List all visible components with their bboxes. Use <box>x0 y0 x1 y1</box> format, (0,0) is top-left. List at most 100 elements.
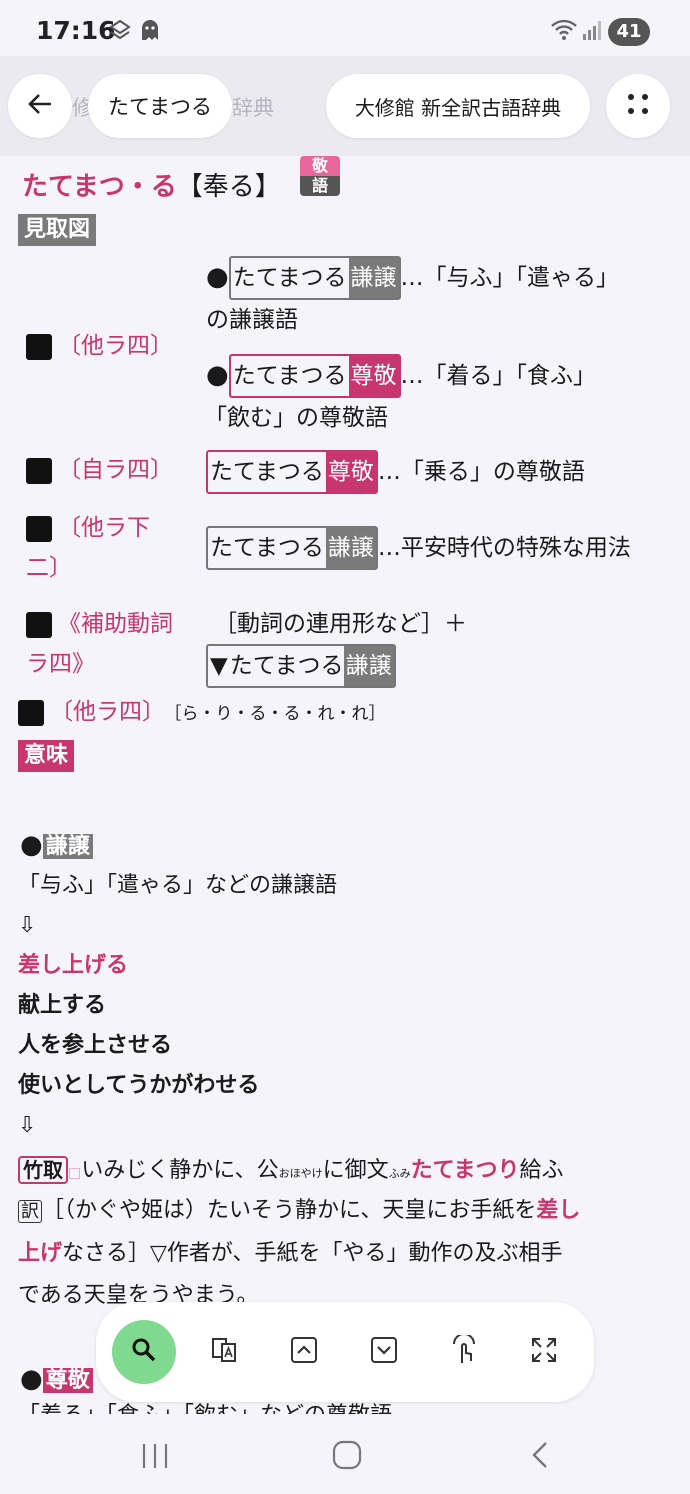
faint-title-mid: 辞典 <box>232 96 274 120</box>
pos-label-a: 〔他ラ下 <box>58 515 150 541</box>
word-tag-sonkei: たてまつる 尊敬 <box>228 354 401 398</box>
meaning-1-tag: 謙譲 <box>42 834 93 859</box>
conj-forms: ［ら・り・る・る・れ・れ］ <box>173 704 386 724</box>
floating-toolbar <box>96 1302 594 1402</box>
recents-button[interactable] <box>140 1442 170 1474</box>
arrow-down: ⇩ <box>18 1113 37 1138</box>
pos-label-b: 二〕 <box>26 555 72 581</box>
translate-button[interactable] <box>192 1320 256 1384</box>
translation-d: なさる］▽作者が、手紙を「やる」動作の及ぶ相手 <box>62 1241 563 1266</box>
fullscreen-icon <box>530 1336 558 1368</box>
translation-1: 差し上げる <box>18 953 129 978</box>
badge-bottom: 語 <box>300 176 340 196</box>
wifi-icon <box>550 18 578 47</box>
headword: たてまつ・る <box>22 172 177 202</box>
pos-label: 〔自ラ四〕 <box>58 457 173 483</box>
overview-row-4[interactable]: ［動詞の連用形など］＋ ▼ たてまつる 謙譲 <box>206 604 684 688</box>
dictionary-pill[interactable]: 大修館 新全訳古語辞典 <box>326 74 590 138</box>
more-button[interactable] <box>606 74 670 138</box>
example-highlight: たてまつり <box>410 1158 520 1183</box>
chevron-down-icon <box>370 1336 398 1368</box>
overview-row-3-pos[interactable]: 〔他ラ下 二〕 <box>26 508 150 588</box>
tag-sonkei: 尊敬 <box>325 452 376 492</box>
ghost-icon <box>140 18 160 47</box>
pos-label-a: 《補助動詞 <box>58 611 173 637</box>
word-tag-kenjo: たてまつる 謙譲 <box>206 526 378 570</box>
next-button[interactable] <box>352 1320 416 1384</box>
word-tag-kenjo: たてまつる 謙譲 <box>228 256 401 300</box>
example-d: 給ふ <box>519 1158 564 1183</box>
translation-b: 差し <box>536 1198 581 1223</box>
headword-kanji: 【奉る】 <box>176 172 281 202</box>
touch-icon <box>450 1333 478 1369</box>
row-2-tail: …「乗る」の尊敬語 <box>377 459 585 485</box>
square-bullet <box>26 333 52 360</box>
battery-indicator: 41 <box>608 18 650 46</box>
recents-icon <box>140 1444 170 1474</box>
tag-kenjo: 謙譲 <box>343 646 394 686</box>
row-1a-line2: の謙譲語 <box>206 307 298 333</box>
circle-bullet: ● <box>206 360 229 390</box>
translation-3: 人を参上させる <box>18 1033 173 1058</box>
translation-a: ［（かぐや姫は）たいそう静かに、天皇にお手紙を <box>42 1198 537 1223</box>
translation-icon: 訳 <box>18 1200 42 1223</box>
pos-label: 〔他ラ四〕 <box>58 333 173 359</box>
tag-word: たてまつる <box>232 363 347 389</box>
word-title-pill[interactable]: たてまつる <box>88 74 232 138</box>
conj-pos: 〔他ラ四〕 <box>50 699 165 725</box>
overview-row-2[interactable]: たてまつる 尊敬 …「乗る」の尊敬語 <box>206 450 676 494</box>
row-3-tail: …平安時代の特殊な用法 <box>377 535 631 561</box>
overview-label: 見取図 <box>18 214 97 246</box>
square-bullet <box>26 611 52 638</box>
overview-row-1b[interactable]: ● たてまつる 尊敬 …「着る」「食ふ」 「飲む」の尊敬語 <box>204 354 676 438</box>
search-button[interactable] <box>112 1320 176 1384</box>
tag-kenjo: 謙譲 <box>348 258 399 298</box>
conjugation-line: 〔他ラ四〕 ［ら・り・る・る・れ・れ］ <box>18 692 386 734</box>
ruby-2: ふみ <box>388 1167 411 1180</box>
pos-label-b: ラ四》 <box>26 651 95 677</box>
example-translation: 訳 ［（かぐや姫は）たいそう静かに、天皇にお手紙を差し 上げなさる］▽作者が、手紙を… <box>18 1190 682 1317</box>
word-tag-kenjo: ▼ たてまつる 謙譲 <box>206 644 396 688</box>
search-icon <box>130 1336 158 1368</box>
prev-button[interactable] <box>272 1320 336 1384</box>
example-b: に御文 <box>322 1158 389 1183</box>
row-1a-tail: …「与ふ」「遣ゃる」 <box>400 265 620 291</box>
meaning-1-def: 「与ふ」「遣ゃる」などの謙譲語 <box>18 873 338 898</box>
home-button[interactable] <box>332 1440 362 1474</box>
top-app-bar: 修 辞典 たてまつる 大修館 新全訳古語辞典 <box>0 56 690 156</box>
overview-row-1a[interactable]: ● たてまつる 謙譲 …「与ふ」「遣ゃる」 の謙譲語 <box>206 256 676 340</box>
chevron-up-icon <box>290 1336 318 1368</box>
translation-4: 使いとしてうかがわせる <box>18 1073 260 1098</box>
meaning-1-header: ● 謙譲 <box>20 830 93 863</box>
nav-back-icon <box>530 1442 550 1474</box>
row-4-line1: ［動詞の連用形など］＋ <box>214 611 467 637</box>
overview-row-3[interactable]: たてまつる 謙譲 …平安時代の特殊な用法 <box>206 526 686 570</box>
overview-row-2-pos[interactable]: 〔自ラ四〕 <box>26 450 173 490</box>
square-bullet <box>26 457 52 484</box>
source-tag[interactable]: 竹取 <box>18 1156 68 1184</box>
status-bar: 17:16 41 <box>0 0 690 56</box>
tag-word: たてまつる <box>229 653 344 679</box>
keigo-badge: 敬 語 <box>300 156 340 196</box>
overview-row-4-pos[interactable]: 《補助動詞 ラ四》 <box>26 604 173 684</box>
system-nav-bar <box>0 1414 690 1494</box>
circle-bullet: ● <box>206 262 229 292</box>
overview-row-1-pos[interactable]: 〔他ラ四〕 <box>26 326 173 366</box>
nav-back-button[interactable] <box>530 1440 550 1474</box>
ruby-1: おほやけ <box>278 1167 323 1180</box>
tag-prefix: ▼ <box>210 653 228 679</box>
fullscreen-button[interactable] <box>512 1320 576 1384</box>
circle-bullet: ● <box>20 1364 43 1394</box>
touch-button[interactable] <box>432 1320 496 1384</box>
status-time: 17:16 <box>36 16 116 45</box>
headword-line: たてまつ・る【奉る】 <box>22 168 281 206</box>
more-dots-icon <box>625 91 651 121</box>
tag-word: たてまつる <box>232 265 347 291</box>
square-bullet <box>26 515 52 542</box>
signal-icon <box>582 18 604 47</box>
circle-bullet: ● <box>20 830 43 860</box>
tag-kenjo: 謙譲 <box>325 528 376 568</box>
square-bullet <box>18 699 44 726</box>
back-button[interactable] <box>8 74 72 138</box>
back-arrow-icon <box>27 92 53 120</box>
